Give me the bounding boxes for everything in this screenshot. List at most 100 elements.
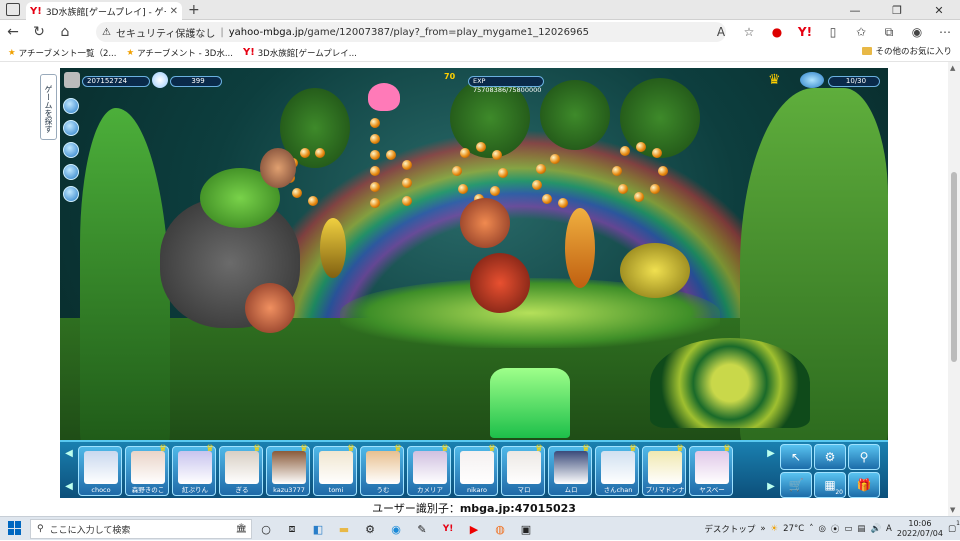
friend-card[interactable]: ♛ さんchan	[595, 444, 639, 496]
explorer-icon[interactable]: ▬	[334, 520, 354, 538]
angelfish[interactable]	[320, 218, 346, 278]
favorites-icon[interactable]: ✩	[850, 25, 872, 39]
game-canvas[interactable]: 207152724 399 70 EXP 75708386/75800000 ♛…	[60, 68, 888, 498]
reload-icon[interactable]: ↻	[26, 24, 52, 40]
yahoo-app-icon[interactable]: Y!	[438, 520, 458, 538]
more-menu-icon[interactable]: ⋯	[934, 25, 956, 39]
weather-icon[interactable]: ☀	[771, 524, 779, 534]
camera-icon[interactable]: ⚙	[814, 444, 846, 470]
bookmark-item[interactable]: ★ アチーブメント - 3D水...	[126, 47, 232, 59]
bookmark-item[interactable]: ★ アチーブメント一覧（2...	[8, 47, 116, 59]
friends-prev[interactable]: ◀ ◀	[64, 448, 74, 492]
album-icon[interactable]: ▦ 20	[814, 472, 846, 498]
minimize-icon[interactable]: —	[834, 0, 876, 20]
tab-game[interactable]: Y! 3D水族館[ゲームプレイ] - ゲームならMo ✕	[26, 2, 182, 20]
friend-card[interactable]: ♛ プリマドンナ	[642, 444, 686, 496]
crown-icon[interactable]: ♛	[768, 72, 781, 88]
first-page-icon[interactable]: ◀	[65, 448, 73, 459]
settings-app-icon[interactable]: ⚙	[360, 520, 380, 538]
address-bar[interactable]: ⚠ セキュリティ保護なし | yahoo-mbga.jp/game/120073…	[96, 22, 726, 42]
chevron-icon[interactable]: »	[760, 524, 765, 534]
tray-app-icon[interactable]: ◎	[818, 524, 825, 534]
battery-icon[interactable]: ▭	[844, 524, 852, 534]
side-menu-button[interactable]	[63, 142, 79, 158]
friend-card[interactable]: ♛ カメリア	[407, 444, 451, 496]
friend-card[interactable]: ♛ 紅ぷりん	[172, 444, 216, 496]
close-tab-icon[interactable]: ✕	[170, 6, 178, 17]
cortana-icon[interactable]: ○	[256, 520, 276, 538]
windows-start-icon[interactable]	[8, 521, 22, 535]
new-tab-icon[interactable]: +	[188, 2, 200, 18]
friend-card[interactable]: ♛ nikaro	[454, 444, 498, 496]
temperature[interactable]: 27°C	[783, 524, 804, 534]
angelfish[interactable]	[565, 208, 595, 288]
side-menu-button[interactable]	[63, 164, 79, 180]
discus-fish[interactable]	[470, 253, 530, 313]
tray-app-icon[interactable]: ⦿	[831, 523, 840, 535]
tools-app-icon[interactable]: ✎	[412, 520, 432, 538]
shop-icon[interactable]: 🛒	[780, 472, 812, 498]
bookmark-item[interactable]: Y! 3D水族館[ゲームプレイ...	[243, 47, 357, 59]
volume-icon[interactable]: 🔊	[870, 524, 881, 534]
app-icon[interactable]: ▣	[516, 520, 536, 538]
ime-indicator[interactable]: A	[886, 524, 892, 534]
notification-icon[interactable]: ▢ 1	[948, 520, 960, 534]
crown-icon: ♛	[252, 444, 261, 454]
friend-card[interactable]: ♛ ムロ	[548, 444, 592, 496]
firefox-icon[interactable]: ◍	[490, 520, 510, 538]
tray-expand-icon[interactable]: ˄	[809, 524, 813, 534]
prev-page-icon[interactable]: ◀	[65, 481, 73, 492]
discus-fish[interactable]	[245, 283, 295, 333]
find-games-tab[interactable]: ゲームを探す	[40, 74, 57, 140]
network-icon[interactable]: ▤	[857, 524, 865, 534]
gift-icon[interactable]: 🎁	[848, 472, 880, 498]
side-menu-button[interactable]	[63, 98, 79, 114]
side-menu-button[interactable]	[63, 186, 79, 202]
home-icon[interactable]: ⌂	[52, 24, 78, 40]
taskbar-clock[interactable]: 10:06 2022/07/04	[897, 519, 943, 539]
yellow-fish[interactable]	[620, 243, 690, 298]
scroll-down-icon[interactable]: ▼	[950, 506, 955, 514]
desktop-toolbar[interactable]: デスクトップ	[704, 523, 755, 535]
read-aloud-icon[interactable]: A	[710, 25, 732, 39]
app-icon[interactable]: ◧	[308, 520, 328, 538]
scroll-thumb[interactable]	[951, 172, 957, 362]
task-view-icon[interactable]: ⧈	[282, 520, 302, 538]
yahoo-extension-icon[interactable]: Y!	[794, 25, 816, 39]
close-window-icon[interactable]: ✕	[918, 0, 960, 20]
restore-icon[interactable]: ❐	[876, 0, 918, 20]
taskbar-search[interactable]: ⚲ ここに入力して検索 🏛	[30, 519, 252, 539]
extension-red-icon[interactable]: ●	[766, 25, 788, 39]
tank-icon[interactable]	[800, 72, 824, 88]
page-scrollbar[interactable]: ▲ ▼	[948, 62, 960, 516]
side-menu-button[interactable]	[63, 120, 79, 136]
friend-card[interactable]: ♛ マロ	[501, 444, 545, 496]
friend-card[interactable]: ♛ 森野きのこ	[125, 444, 169, 496]
search-placeholder: ここに入力して検索	[49, 525, 131, 536]
bubble-icon	[634, 192, 644, 202]
friend-card[interactable]: ♛ ヤスベー	[689, 444, 733, 496]
discus-fish[interactable]	[260, 148, 296, 188]
favorite-star-icon[interactable]: ☆	[738, 25, 760, 39]
last-page-icon[interactable]: ▶	[767, 481, 775, 492]
friend-card[interactable]: ♛ うむ	[360, 444, 404, 496]
cursor-icon[interactable]: ↖	[780, 444, 812, 470]
friend-card[interactable]: choco	[78, 446, 122, 496]
collections-icon[interactable]: ⧉	[878, 25, 900, 40]
friend-card[interactable]: ♛ kazu3777	[266, 444, 310, 496]
friends-next[interactable]: ▶ ▶	[766, 448, 776, 492]
profile-icon[interactable]: ◉	[906, 25, 928, 39]
split-screen-icon[interactable]: ▯	[822, 25, 844, 39]
tab-actions-icon[interactable]	[6, 3, 20, 16]
discus-fish[interactable]	[460, 198, 510, 248]
back-icon[interactable]: ←	[0, 24, 26, 40]
other-bookmarks[interactable]: その他のお気に入り	[862, 45, 952, 57]
url-text: yahoo-mbga.jp/game/12007387/play?_from=p…	[229, 27, 589, 38]
friend-card[interactable]: ♛ ぎる	[219, 444, 263, 496]
youtube-icon[interactable]: ▶	[464, 520, 484, 538]
scroll-up-icon[interactable]: ▲	[950, 64, 955, 72]
friend-card[interactable]: ♛ tomi	[313, 444, 357, 496]
search-icon[interactable]: ⚲	[848, 444, 880, 470]
next-page-icon[interactable]: ▶	[767, 448, 775, 459]
edge-icon[interactable]: ◉	[386, 520, 406, 538]
